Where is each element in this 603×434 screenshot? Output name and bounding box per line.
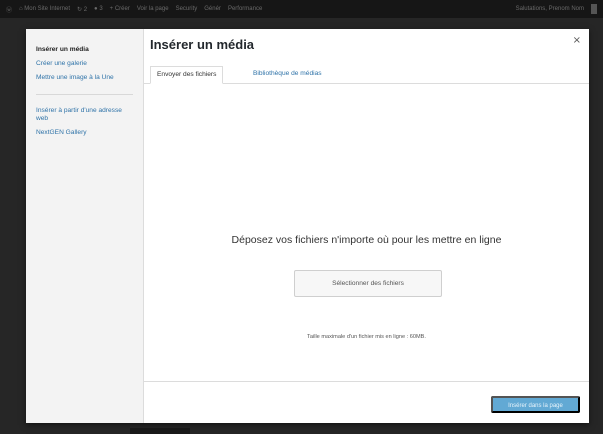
max-upload-size: Taille maximale d'un fichier mis en lign… — [307, 334, 426, 340]
wordpress-logo-icon[interactable]: ⓦ — [6, 5, 12, 14]
media-menu: Insérer un média Créer une galerie Mettr… — [26, 29, 144, 423]
drop-instructions: Déposez vos fichiers n'importe où pour l… — [231, 234, 502, 246]
admin-bar-security[interactable]: Security — [176, 6, 198, 12]
admin-bar-general[interactable]: Génér — [204, 6, 221, 12]
admin-bar-site-name[interactable]: ⌂ Mon Site Internet — [19, 6, 70, 12]
background-element — [130, 428, 190, 434]
media-router-tabs: Envoyer des fichiers Bibliothèque de méd… — [144, 62, 589, 84]
media-modal: Insérer un média Créer une galerie Mettr… — [26, 29, 589, 423]
admin-bar-user[interactable]: Salutations, Prenom Nom — [516, 6, 584, 12]
menu-item-create-gallery[interactable]: Créer une galerie — [26, 57, 143, 71]
admin-bar-updates[interactable]: ↻ 2 — [77, 6, 87, 13]
menu-separator — [36, 94, 133, 95]
admin-bar-comments[interactable]: ● 3 — [94, 6, 103, 12]
tab-media-library[interactable]: Bibliothèque de médias — [247, 66, 328, 84]
admin-bar: ⓦ ⌂ Mon Site Internet ↻ 2 ● 3 + Créer Vo… — [0, 0, 603, 18]
admin-bar-performance[interactable]: Performance — [228, 6, 262, 12]
tab-upload-files[interactable]: Envoyer des fichiers — [150, 66, 224, 84]
avatar[interactable] — [591, 4, 597, 14]
modal-title: Insérer un média — [150, 37, 255, 52]
media-toolbar: Insérer dans la page — [144, 381, 589, 423]
insert-into-page-button[interactable]: Insérer dans la page — [491, 396, 580, 413]
upload-dropzone[interactable]: Déposez vos fichiers n'importe où pour l… — [144, 85, 589, 381]
menu-item-insert-media[interactable]: Insérer un média — [26, 43, 143, 57]
admin-bar-view-page[interactable]: Voir la page — [137, 6, 169, 12]
menu-item-nextgen-gallery[interactable]: NextGEN Gallery — [26, 126, 143, 140]
menu-item-insert-from-url[interactable]: Insérer à partir d'une adresse web — [26, 104, 143, 126]
close-icon[interactable]: × — [573, 35, 581, 46]
menu-item-featured-image[interactable]: Mettre une image à la Une — [26, 71, 143, 85]
media-frame: Insérer un média × Envoyer des fichiers … — [144, 29, 589, 423]
admin-bar-new[interactable]: + Créer — [110, 6, 130, 12]
select-files-button[interactable]: Sélectionner des fichiers — [294, 270, 442, 297]
